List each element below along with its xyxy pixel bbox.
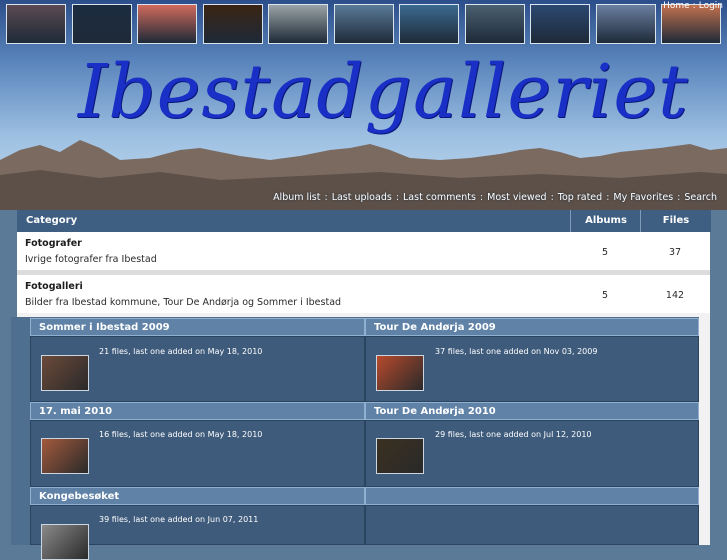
home-link[interactable]: Home [663,1,690,11]
category-description: Bilder fra Ibestad kommune, Tour De Andø… [25,297,342,308]
header-photo-thumbnail[interactable] [6,4,66,44]
category-title-link[interactable]: Fotogalleri [25,281,83,292]
album-title-link[interactable]: Tour De Andørja 2010 [365,402,699,420]
album-grid: Sommer i Ibestad 2009 Tour De Andørja 20… [11,317,699,560]
album-cell: 39 files, last one added on Jun 07, 2011 [30,505,365,560]
nav-my-favorites[interactable]: My Favorites [613,192,673,203]
nav-top-rated[interactable]: Top rated [558,192,602,203]
nav-separator: : [395,192,400,203]
category-file-count: 37 [668,247,682,258]
category-row: Fotogalleri Bilder fra Ibestad kommune, … [17,275,710,313]
column-header-albums: Albums [570,210,641,232]
category-file-count: 142 [665,290,685,301]
main-nav: Album list: Last uploads: Last comments: Mo… [273,192,717,203]
header-photo-thumbnail[interactable] [399,4,459,44]
nav-album-list[interactable]: Album list [273,192,320,203]
column-header-category: Category [17,210,570,232]
album-cell: 16 files, last one added on May 18, 2010 [30,420,365,487]
album-info: 37 files, last one added on Nov 03, 2009 [435,347,598,356]
category-album-count: 5 [601,290,609,301]
album-info: 39 files, last one added on Jun 07, 2011 [99,515,259,524]
album-empty-cell [365,505,699,545]
nav-last-uploads[interactable]: Last uploads [332,192,392,203]
header-photo-thumbnail[interactable] [530,4,590,44]
album-title-link[interactable]: Tour De Andørja 2009 [365,318,699,336]
album-info: 21 files, last one added on May 18, 2010 [99,347,263,356]
nav-search[interactable]: Search [684,192,717,203]
column-header-files: Files [640,210,711,232]
album-thumbnail[interactable] [376,355,424,391]
album-thumbnail[interactable] [376,438,424,474]
site-header: Home: Login Ibestadgalleriet Album list: L… [0,0,727,210]
top-links-separator: : [692,1,696,11]
site-logo[interactable]: Ibestadgalleriet [78,55,689,129]
album-cell: 37 files, last one added on Nov 03, 2009 [365,336,699,402]
album-cell: 29 files, last one added on Jul 12, 2010 [365,420,699,487]
category-row: Fotografer Ivrige fotografer fra Ibestad… [17,232,710,270]
header-photo-thumbnail[interactable] [137,4,197,44]
album-info: 16 files, last one added on May 18, 2010 [99,430,263,439]
album-thumbnail[interactable] [41,438,89,474]
category-description: Ivrige fotografer fra Ibestad [25,254,157,265]
album-info: 29 files, last one added on Jul 12, 2010 [435,430,592,439]
nav-separator: : [324,192,328,203]
nav-separator: : [479,192,484,203]
top-links: Home: Login [663,1,723,11]
album-cell: 21 files, last one added on May 18, 2010 [30,336,365,402]
category-album-count: 5 [601,247,609,258]
nav-last-comments[interactable]: Last comments [403,192,476,203]
album-thumbnail[interactable] [41,524,89,560]
header-photo-thumbnail[interactable] [333,4,394,44]
nav-separator: : [677,192,681,203]
nav-most-viewed[interactable]: Most viewed [487,192,546,203]
header-photo-thumbnail[interactable] [202,4,263,44]
album-title-link[interactable]: Sommer i Ibestad 2009 [30,318,365,336]
album-title-link[interactable]: Kongebesøket [30,487,365,505]
category-title-link[interactable]: Fotografer [25,238,82,249]
nav-separator: : [550,192,554,203]
login-link[interactable]: Login [699,1,723,11]
header-photo-thumbnail[interactable] [71,4,132,44]
album-empty-header [365,487,699,505]
header-photo-thumbnail[interactable] [268,4,328,44]
album-thumbnail[interactable] [41,355,89,391]
header-photo-thumbnail[interactable] [464,4,525,44]
nav-separator: : [606,192,610,203]
header-photo-thumbnail[interactable] [595,4,656,44]
album-title-link[interactable]: 17. mai 2010 [30,402,365,420]
